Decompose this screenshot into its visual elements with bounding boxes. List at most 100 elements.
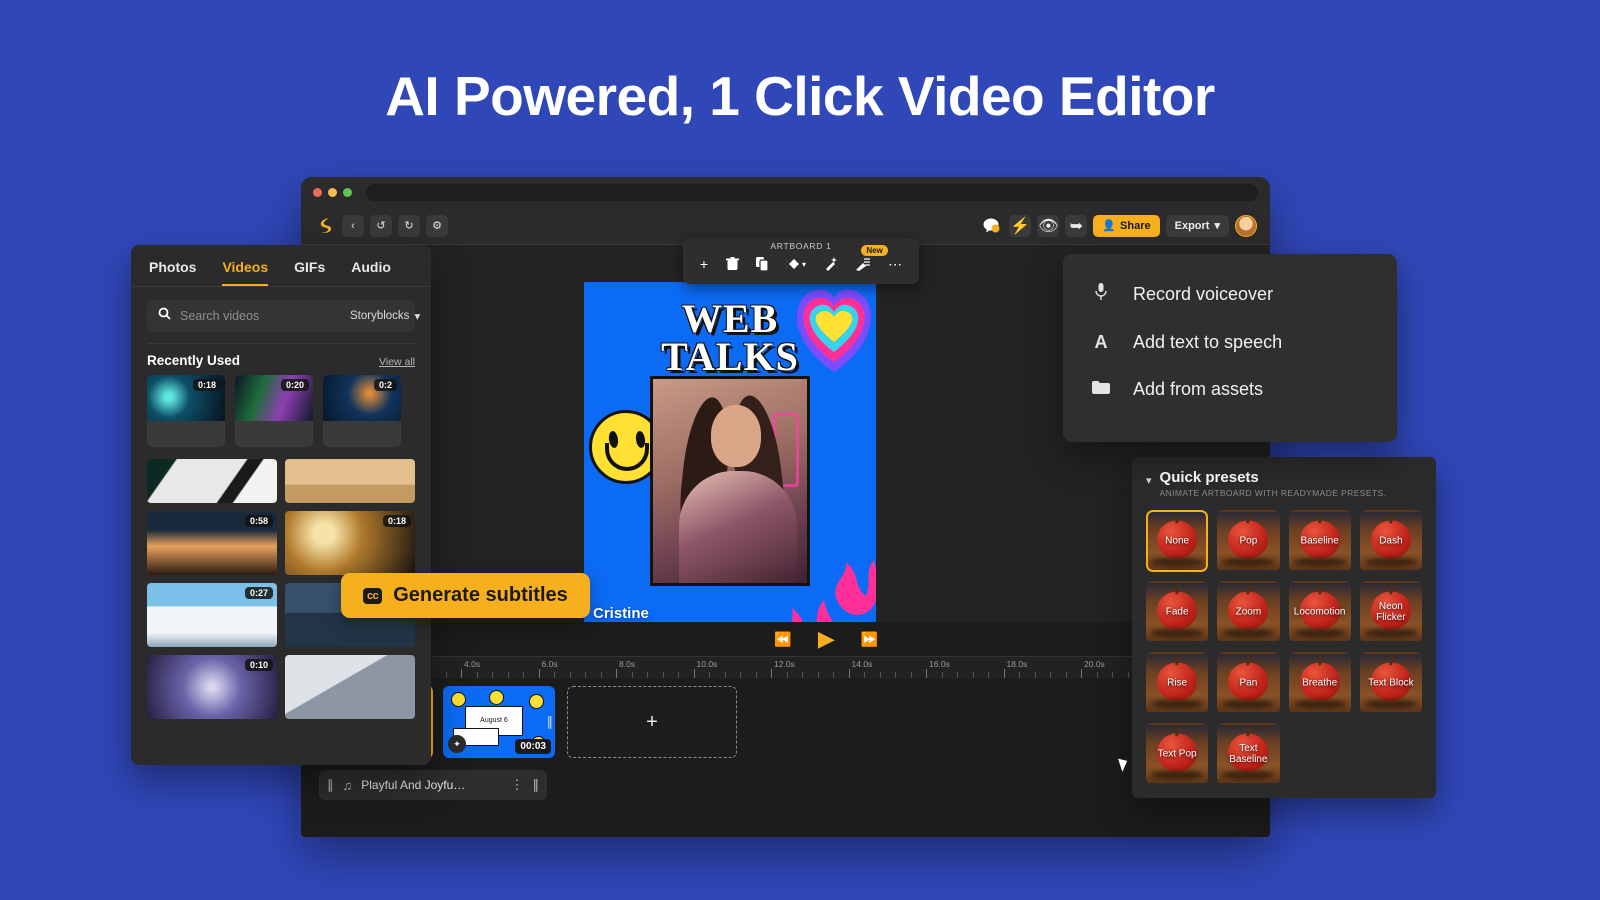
magic-wand-icon[interactable] bbox=[824, 257, 838, 271]
preset-rise[interactable]: Rise bbox=[1146, 652, 1208, 714]
ruler-tickmark bbox=[926, 669, 927, 678]
ai-effects-icon[interactable]: New bbox=[855, 257, 870, 271]
view-all-link[interactable]: View all bbox=[379, 356, 415, 368]
preset-pan[interactable]: Pan bbox=[1217, 652, 1279, 714]
quick-presets-title: Quick presets bbox=[1160, 469, 1387, 486]
recent-media-card[interactable]: 0:20 bbox=[235, 375, 313, 447]
eye-icon[interactable]: 👁 bbox=[1037, 215, 1059, 237]
artboard[interactable]: WEB TALKS Cristine Kort bbox=[584, 282, 876, 652]
fill-color-icon[interactable]: ▾ bbox=[787, 258, 806, 270]
share-arrow-icon[interactable]: ➥ bbox=[1065, 215, 1087, 237]
timeline-clip[interactable]: August 6 ✦ 00:03 ∥ bbox=[443, 686, 555, 758]
ruler-tick-label: 4.0s bbox=[464, 659, 480, 669]
export-button[interactable]: Export ▾ bbox=[1166, 215, 1229, 237]
preset-label: Pan bbox=[1219, 678, 1277, 689]
quick-presets-grid: NonePop Baseline Dash FadeZoomLocomotionNeo… bbox=[1146, 510, 1422, 785]
delete-icon[interactable] bbox=[726, 257, 739, 271]
ruler-tickmark bbox=[694, 669, 695, 678]
add-clip-dropzone[interactable]: + bbox=[567, 686, 737, 758]
media-grid-item[interactable]: 0:18 bbox=[285, 511, 415, 575]
preset-label: Text Pop bbox=[1148, 749, 1206, 760]
preset-neon-flicker[interactable]: Neon Flicker bbox=[1360, 581, 1422, 643]
preset-baseline[interactable]: Baseline bbox=[1289, 510, 1351, 572]
app-logo[interactable] bbox=[314, 215, 336, 237]
preset-locomotion[interactable]: Locomotion bbox=[1289, 581, 1351, 643]
redo-button[interactable]: ↻ bbox=[398, 215, 420, 237]
preset-none[interactable]: None bbox=[1146, 510, 1208, 572]
quick-presets-panel: ▾ Quick presets ANIMATE ARTBOARD WITH RE… bbox=[1132, 457, 1436, 798]
recent-media-card[interactable]: 0:2 bbox=[323, 375, 401, 447]
timeline: 00:00oo/00:07 ⏪ ▶ ⏩ 0.0s2.0s4.0s6.0s8.0s… bbox=[301, 622, 1270, 837]
play-icon[interactable]: ▶ bbox=[818, 626, 835, 652]
audio-track[interactable]: ∥ ♫ Playful And Joyfu… ⋮ ∥ bbox=[319, 770, 547, 800]
preset-text-block[interactable]: Text Block bbox=[1360, 652, 1422, 714]
tab-audio[interactable]: Audio bbox=[351, 259, 391, 286]
media-grid-item[interactable] bbox=[285, 655, 415, 719]
chevron-down-icon: ▾ bbox=[1214, 219, 1220, 232]
media-thumbnail: 0:2 bbox=[323, 375, 401, 421]
preset-fade[interactable]: Fade bbox=[1146, 581, 1208, 643]
grip-icon[interactable]: ∥ bbox=[533, 777, 540, 793]
more-options-icon[interactable]: ⋯ bbox=[888, 256, 902, 273]
maximize-icon[interactable] bbox=[343, 188, 352, 197]
preset-zoom[interactable]: Zoom bbox=[1217, 581, 1279, 643]
tab-photos[interactable]: Photos bbox=[149, 259, 196, 286]
fast-forward-icon[interactable]: ⏩ bbox=[861, 631, 878, 648]
quick-presets-header: ▾ Quick presets ANIMATE ARTBOARD WITH RE… bbox=[1146, 469, 1422, 498]
tab-gifs[interactable]: GIFs bbox=[294, 259, 325, 286]
minimize-icon[interactable] bbox=[328, 188, 337, 197]
avatar[interactable] bbox=[1235, 215, 1257, 237]
clip-duration: 00:03 bbox=[515, 739, 551, 754]
ruler-tickmark bbox=[616, 669, 617, 678]
preset-pop[interactable]: Pop bbox=[1217, 510, 1279, 572]
artboard-toolbar: ARTBOARD 1 + ▾ bbox=[683, 238, 919, 284]
ruler-tickmark bbox=[849, 669, 850, 678]
ruler-tick-label: 14.0s bbox=[852, 659, 873, 669]
playback-controls: ⏪ ▶ ⏩ bbox=[401, 626, 1252, 652]
tab-videos[interactable]: Videos bbox=[222, 259, 268, 286]
ruler-tick-label: 10.0s bbox=[697, 659, 718, 669]
media-source-select[interactable]: Storyblocks ▾ bbox=[350, 309, 420, 323]
clip-trim-handle[interactable]: ∥ bbox=[547, 714, 554, 730]
back-button[interactable]: ‹ bbox=[342, 215, 364, 237]
quick-presets-subtitle: ANIMATE ARTBOARD WITH READYMADE PRESETS. bbox=[1160, 488, 1387, 498]
menu-item-add-from-assets[interactable]: Add from assets bbox=[1063, 366, 1397, 413]
close-icon[interactable] bbox=[313, 188, 322, 197]
preset-breathe[interactable]: Breathe bbox=[1289, 652, 1351, 714]
generate-subtitles-button[interactable]: cc Generate subtitles bbox=[341, 573, 590, 618]
artboard-title-line1: WEB bbox=[584, 300, 876, 338]
ruler-tickmark bbox=[461, 669, 462, 678]
comment-icon[interactable] bbox=[981, 215, 1003, 237]
preset-text-baseline[interactable]: Text Baseline bbox=[1217, 723, 1279, 785]
media-grid-item[interactable]: 0:10 bbox=[147, 655, 277, 719]
add-icon[interactable]: + bbox=[700, 256, 708, 272]
artboard-photo[interactable] bbox=[650, 376, 810, 586]
address-bar[interactable] bbox=[366, 184, 1258, 201]
media-grid-item[interactable]: 0:58 bbox=[147, 511, 277, 575]
closed-caption-icon: cc bbox=[363, 588, 382, 604]
preset-dash[interactable]: Dash bbox=[1360, 510, 1422, 572]
share-button[interactable]: 👤 Share bbox=[1093, 215, 1159, 237]
media-grid-item[interactable] bbox=[147, 459, 277, 503]
more-vertical-icon[interactable]: ⋮ bbox=[511, 777, 524, 793]
rewind-icon[interactable]: ⏪ bbox=[774, 631, 791, 648]
menu-item-record-voiceover[interactable]: Record voiceover bbox=[1063, 270, 1397, 319]
timeline-ruler[interactable]: 0.0s2.0s4.0s6.0s8.0s10.0s12.0s14.0s16.0s… bbox=[301, 656, 1270, 678]
preset-text-pop[interactable]: Text Pop bbox=[1146, 723, 1208, 785]
chevron-down-icon[interactable]: ▾ bbox=[1146, 474, 1152, 487]
search-input[interactable] bbox=[180, 309, 341, 323]
recent-media-card[interactable]: 0:18 bbox=[147, 375, 225, 447]
microphone-icon bbox=[1091, 283, 1111, 306]
preset-label: Baseline bbox=[1291, 536, 1349, 547]
clip-magic-icon[interactable]: ✦ bbox=[448, 735, 466, 753]
duplicate-icon[interactable] bbox=[756, 257, 769, 271]
media-grid-item[interactable] bbox=[285, 459, 415, 503]
media-thumbnail: 0:20 bbox=[235, 375, 313, 421]
recently-used-header: Recently Used View all bbox=[131, 344, 431, 375]
menu-item-add-text-to-speech[interactable]: AAdd text to speech bbox=[1063, 319, 1397, 366]
media-grid-item[interactable]: 0:27 bbox=[147, 583, 277, 647]
bolt-icon[interactable]: ⚡ bbox=[1009, 215, 1031, 237]
grip-icon[interactable]: ∥ bbox=[327, 777, 334, 793]
undo-button[interactable]: ↺ bbox=[370, 215, 392, 237]
gear-icon[interactable]: ⚙ bbox=[426, 215, 448, 237]
